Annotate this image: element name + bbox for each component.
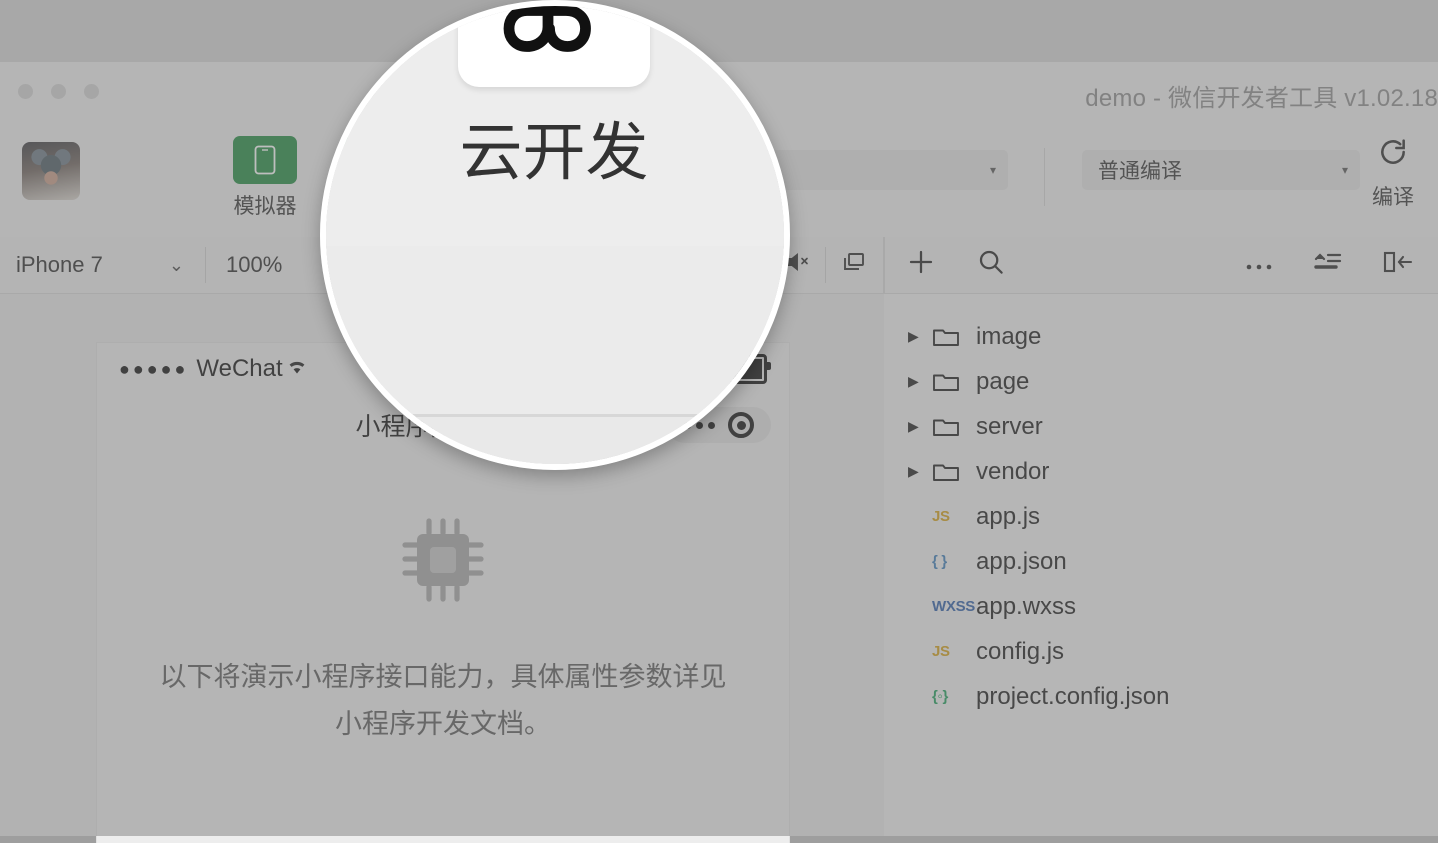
tree-item-app-json[interactable]: { } app.json xyxy=(884,539,1438,584)
search-icon xyxy=(976,247,1006,283)
tree-item-page[interactable]: ▶ page xyxy=(884,359,1438,404)
compile-select[interactable]: 普通编译 ▾ xyxy=(1082,150,1360,190)
toolbar-button-simulator[interactable]: 模拟器 xyxy=(217,136,313,220)
toolbar-button-simulator-label: 模拟器 xyxy=(233,195,297,218)
chevron-down-icon: ▾ xyxy=(989,163,996,177)
magnifier-lens: demo - 微信开发者工具 v1.02.18 模拟器 xyxy=(320,0,790,470)
js-file-icon: JS xyxy=(932,508,976,525)
json-file-icon-label: { } xyxy=(932,553,947,570)
magnified-application-window: demo - 微信开发者工具 v1.02.18 模拟器 xyxy=(326,6,784,464)
tree-item-app-js[interactable]: JS app.js xyxy=(884,494,1438,539)
phone-page-description: 以下将演示小程序接口能力，具体属性参数详见 小程序开发文档。 xyxy=(158,654,728,749)
phone-page-body: 以下将演示小程序接口能力，具体属性参数详见 小程序开发文档。 xyxy=(97,455,789,749)
tree-item-label: page xyxy=(976,367,1030,395)
js-file-icon-label: JS xyxy=(932,508,950,525)
chevron-down-icon: ▾ xyxy=(1341,163,1348,177)
signal-icon: ●●●●● xyxy=(119,358,189,379)
multi-window-icon xyxy=(840,250,868,280)
chevron-down-icon: ⌄ xyxy=(168,254,184,275)
tree-item-label: app.json xyxy=(976,547,1067,575)
tree-item-label: project.config.json xyxy=(976,682,1170,710)
collapse-sidebar-button[interactable] xyxy=(1382,237,1414,293)
folder-icon xyxy=(932,370,976,393)
folder-icon xyxy=(932,325,976,348)
search-button[interactable] xyxy=(976,237,1006,293)
config-file-icon: {◦} xyxy=(932,688,976,705)
collapse-all-button[interactable] xyxy=(1312,237,1342,293)
zoom-value: 100% xyxy=(226,252,283,277)
chevron-right-icon[interactable]: ▶ xyxy=(908,418,932,435)
chevron-right-icon[interactable]: ▶ xyxy=(908,328,932,345)
tree-item-app-wxss[interactable]: WXSS app.wxss xyxy=(884,584,1438,629)
tree-item-label: vendor xyxy=(976,457,1050,485)
collapse-sidebar-icon xyxy=(1382,249,1414,281)
compile-button-label: 编译 xyxy=(1372,186,1414,209)
tree-item-label: image xyxy=(976,322,1042,350)
device-select[interactable]: iPhone 7 ⌄ xyxy=(16,237,202,293)
tree-item-label: server xyxy=(976,412,1043,440)
multi-window-button[interactable] xyxy=(840,237,868,293)
compile-select-value: 普通编译 xyxy=(1098,160,1182,183)
chevron-right-icon[interactable]: ▶ xyxy=(908,463,932,480)
config-file-icon-label: {◦} xyxy=(932,688,949,705)
simulator-panel: ●●●●● WeChat 小程序接口能力 xyxy=(326,417,784,464)
chip-icon xyxy=(397,518,489,611)
tree-item-config-js[interactable]: JS config.js xyxy=(884,629,1438,674)
refresh-icon xyxy=(1356,136,1430,173)
main-toolbar: 模拟器 调试器 云开发 小程序模式 xyxy=(326,6,784,249)
carrier-label: WeChat xyxy=(196,355,283,382)
file-explorer-panel: ▶ image ▶ page ▶ server ▶ vendor JS app.js { } app.… xyxy=(884,294,1438,836)
json-file-icon: { } xyxy=(932,553,976,570)
more-options-button[interactable] xyxy=(1244,237,1274,293)
collapse-all-icon xyxy=(1312,249,1342,281)
description-line-2: 小程序开发文档。 xyxy=(335,709,551,740)
js-file-icon-label: JS xyxy=(932,643,950,660)
device-bar-divider-1 xyxy=(205,247,206,283)
device-bar-divider-2 xyxy=(825,247,826,283)
wifi-icon xyxy=(285,356,309,382)
plus-icon xyxy=(906,247,936,283)
ellipsis-icon xyxy=(1244,252,1274,278)
device-bar: iPhone 7 ⌄ 100% xyxy=(326,246,784,417)
tree-item-label: app.js xyxy=(976,502,1041,530)
toolbar-button-cloud-dev[interactable]: 云开发 xyxy=(410,6,698,195)
device-select-value: iPhone 7 xyxy=(16,252,103,277)
tree-item-label: app.wxss xyxy=(976,592,1077,620)
wxss-file-icon: WXSS xyxy=(932,598,976,615)
tree-item-vendor[interactable]: ▶ vendor xyxy=(884,449,1438,494)
wxss-file-icon-label: WXSS xyxy=(932,598,975,615)
js-file-icon: JS xyxy=(932,643,976,660)
compile-button[interactable]: 编译 xyxy=(1356,136,1430,211)
cloud-dev-icon xyxy=(458,6,650,87)
tree-item-label: config.js xyxy=(976,637,1065,665)
zoom-select[interactable]: 100% xyxy=(226,237,282,293)
add-file-button[interactable] xyxy=(906,237,936,293)
description-line-1: 以下将演示小程序接口能力，具体属性参数详见 xyxy=(159,662,727,692)
avatar[interactable] xyxy=(22,142,80,200)
toolbar-button-cloud-dev-label: 云开发 xyxy=(459,120,649,189)
chevron-right-icon[interactable]: ▶ xyxy=(908,373,932,390)
folder-icon xyxy=(932,460,976,483)
tree-item-image[interactable]: ▶ image xyxy=(884,314,1438,359)
toolbar-divider-2 xyxy=(1044,148,1045,206)
folder-icon xyxy=(932,415,976,438)
phone-icon xyxy=(233,136,297,184)
tree-item-project-config-json[interactable]: {◦} project.config.json xyxy=(884,674,1438,719)
file-tree: ▶ image ▶ page ▶ server ▶ vendor JS app.js { } app.… xyxy=(884,294,1438,719)
tree-item-server[interactable]: ▶ server xyxy=(884,404,1438,449)
